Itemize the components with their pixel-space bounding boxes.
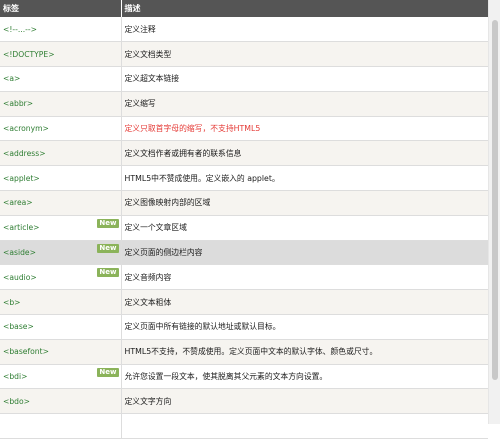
- description-cell: 定义超文本链接: [121, 66, 488, 92]
- tag-link[interactable]: <base>: [3, 322, 34, 331]
- tag-cell[interactable]: <address>: [0, 140, 122, 167]
- tag-link[interactable]: <b>: [3, 298, 21, 307]
- tag-link[interactable]: <bdo>: [3, 397, 30, 406]
- tag-link[interactable]: <a>: [3, 74, 20, 83]
- tag-cell[interactable]: <!--...-->: [0, 17, 122, 43]
- description-cell-warning: 定义只取首字母的缩写，不支持HTML5: [121, 116, 488, 142]
- description-cell: 定义音频内容: [121, 264, 488, 291]
- description-cell: 定义缩写: [121, 91, 488, 117]
- description-cell: 定义文本粗体: [121, 289, 488, 316]
- table-row: <a> 定义超文本链接: [0, 66, 488, 92]
- tag-link[interactable]: <applet>: [3, 174, 40, 183]
- description-cell: 定义注释: [121, 17, 488, 43]
- tag-cell[interactable]: <abbr>: [0, 91, 122, 117]
- tag-cell[interactable]: <audio> New: [0, 264, 122, 291]
- tag-cell[interactable]: <base>: [0, 314, 122, 340]
- tag-cell[interactable]: <area>: [0, 190, 122, 216]
- description-cell: 定义页面中所有链接的默认地址或默认目标。: [121, 314, 488, 340]
- new-badge: New: [97, 367, 119, 377]
- description-cell: HTML5不支持，不赞成使用。定义页面中文本的默认字体、颜色或尺寸。: [121, 339, 488, 365]
- table-row: <area> 定义图像映射内部的区域: [0, 190, 488, 216]
- description-cell: [121, 413, 488, 439]
- tag-link[interactable]: <!--...-->: [3, 25, 37, 34]
- tag-cell[interactable]: <bdo>: [0, 388, 122, 415]
- table-row: <article> New 定义一个文章区域: [0, 215, 488, 241]
- table-row: <!DOCTYPE> 定义文档类型: [0, 41, 488, 68]
- description-cell: 定义页面的侧边栏内容: [121, 240, 488, 266]
- table-row: <bdo> 定义文字方向: [0, 388, 488, 415]
- tag-link[interactable]: <audio>: [3, 273, 37, 282]
- table-row: <base> 定义页面中所有链接的默认地址或默认目标。: [0, 314, 488, 340]
- tag-cell[interactable]: <article> New: [0, 215, 122, 241]
- column-header-tag: 标签: [0, 0, 122, 17]
- table-row: [0, 413, 488, 439]
- table-row: <abbr> 定义缩写: [0, 91, 488, 117]
- description-cell: 定义图像映射内部的区域: [121, 190, 488, 216]
- tag-link[interactable]: <bdi>: [3, 372, 27, 381]
- table-row: <applet> HTML5中不赞成使用。定义嵌入的 applet。: [0, 165, 488, 192]
- new-badge: New: [97, 218, 119, 228]
- description-cell: 定义文字方向: [121, 388, 488, 415]
- page: 标签 描述 <!--...--> 定义注释 <!DOCTYPE> 定义文档类型 …: [0, 0, 500, 439]
- table-row: <b> 定义文本粗体: [0, 289, 488, 316]
- new-badge: New: [97, 268, 119, 278]
- new-badge: New: [97, 243, 119, 253]
- description-cell: HTML5中不赞成使用。定义嵌入的 applet。: [121, 165, 488, 192]
- tag-cell[interactable]: <a>: [0, 66, 122, 92]
- description-cell: 定义文档类型: [121, 41, 488, 68]
- description-cell: 定义一个文章区域: [121, 215, 488, 241]
- tag-cell[interactable]: <!DOCTYPE>: [0, 41, 122, 68]
- tag-cell[interactable]: [0, 413, 122, 439]
- tag-cell[interactable]: <b>: [0, 289, 122, 316]
- html-tags-reference-table: 标签 描述 <!--...--> 定义注释 <!DOCTYPE> 定义文档类型 …: [0, 0, 489, 439]
- tag-link[interactable]: <article>: [3, 223, 40, 232]
- vertical-scrollbar[interactable]: [488, 0, 500, 424]
- tag-link[interactable]: <acronym>: [3, 124, 49, 133]
- tag-link[interactable]: <!DOCTYPE>: [3, 50, 55, 59]
- tag-cell[interactable]: <bdi> New: [0, 364, 122, 390]
- description-cell: 定义文档作者或拥有者的联系信息: [121, 140, 488, 167]
- tag-cell[interactable]: <applet>: [0, 165, 122, 192]
- tag-cell[interactable]: <basefont>: [0, 339, 122, 365]
- scrollbar-thumb[interactable]: [492, 20, 498, 380]
- tag-cell[interactable]: <aside> New: [0, 240, 122, 266]
- table-row: <address> 定义文档作者或拥有者的联系信息: [0, 140, 488, 167]
- tag-link[interactable]: <address>: [3, 149, 46, 158]
- table-row: <audio> New 定义音频内容: [0, 264, 488, 291]
- table-row-highlighted: <aside> New 定义页面的侧边栏内容: [0, 240, 488, 266]
- table-header-row: 标签 描述: [0, 0, 489, 17]
- table-row: <!--...--> 定义注释: [0, 17, 488, 43]
- table-row: <acronym> 定义只取首字母的缩写，不支持HTML5: [0, 116, 488, 142]
- column-header-description: 描述: [121, 0, 489, 17]
- table-row: <bdi> New 允许您设置一段文本，使其脱离其父元素的文本方向设置。: [0, 364, 488, 390]
- tag-link[interactable]: <aside>: [3, 248, 36, 257]
- description-cell: 允许您设置一段文本，使其脱离其父元素的文本方向设置。: [121, 364, 488, 390]
- table-row: <basefont> HTML5不支持，不赞成使用。定义页面中文本的默认字体、颜…: [0, 339, 488, 365]
- tag-link[interactable]: <abbr>: [3, 99, 33, 108]
- tag-link[interactable]: <area>: [3, 198, 33, 207]
- tag-link[interactable]: <basefont>: [3, 347, 49, 356]
- tag-cell[interactable]: <acronym>: [0, 116, 122, 142]
